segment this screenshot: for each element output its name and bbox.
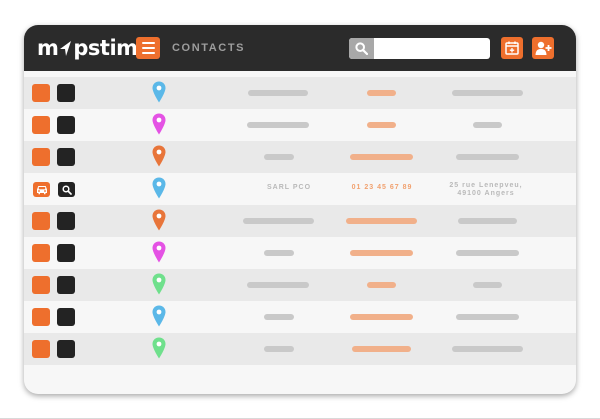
locate-button[interactable]: [57, 308, 75, 326]
menu-icon-line: [141, 47, 155, 49]
map-pin-icon: [152, 241, 166, 263]
route-button[interactable]: [32, 340, 50, 358]
contact-address: 25 rue Lenepveu, 49100 Angers: [436, 182, 536, 198]
add-contact-button[interactable]: [532, 37, 554, 59]
contact-row[interactable]: [24, 141, 576, 173]
address-placeholder: [456, 314, 519, 320]
route-button[interactable]: [32, 276, 50, 294]
menu-icon-line: [141, 52, 155, 54]
name-placeholder: [248, 90, 308, 96]
address-placeholder: [456, 154, 519, 160]
locate-button[interactable]: [57, 340, 75, 358]
map-pin-icon: [152, 145, 166, 167]
address-placeholder: [452, 346, 523, 352]
locate-button[interactable]: [58, 182, 75, 197]
locate-button[interactable]: [57, 84, 75, 102]
phone-placeholder: [367, 122, 396, 128]
menu-button[interactable]: [136, 37, 160, 59]
locate-button[interactable]: [57, 244, 75, 262]
address-placeholder: [458, 218, 517, 224]
map-pin-icon: [152, 337, 166, 359]
map-pin-icon: [152, 113, 166, 135]
contact-phone[interactable]: 01 23 45 67 89: [342, 184, 422, 191]
phone-placeholder: [367, 90, 396, 96]
route-button[interactable]: [32, 212, 50, 230]
route-button[interactable]: [32, 308, 50, 326]
locate-button[interactable]: [57, 212, 75, 230]
route-button[interactable]: [32, 84, 50, 102]
name-placeholder: [264, 250, 294, 256]
search-button[interactable]: [349, 38, 374, 59]
mapstime-logo: m pstime: [37, 36, 152, 60]
map-pin-icon: [152, 209, 166, 231]
address-line: 25 rue Lenepveu,: [449, 182, 523, 189]
phone-placeholder: [350, 314, 413, 320]
contact-row[interactable]: [24, 237, 576, 269]
logo-arrow-icon: [60, 40, 72, 56]
address-placeholder: [473, 122, 502, 128]
route-button[interactable]: [33, 182, 50, 197]
locate-button[interactable]: [57, 276, 75, 294]
user-add-icon: [535, 41, 551, 55]
address-placeholder: [473, 282, 502, 288]
name-placeholder: [264, 314, 294, 320]
map-pin-icon: [152, 305, 166, 327]
phone-placeholder: [367, 282, 396, 288]
phone-placeholder: [346, 218, 417, 224]
name-placeholder: [264, 346, 294, 352]
page-title: CONTACTS: [172, 42, 246, 54]
search-icon: [61, 184, 72, 195]
add-event-button[interactable]: [501, 37, 523, 59]
logo-text-left: m: [37, 36, 59, 60]
contact-row[interactable]: [24, 301, 576, 333]
app-window: m pstime CONTACTS SARL PCO 01 23 45 67 8…: [24, 25, 576, 394]
name-placeholder: [247, 122, 309, 128]
contact-row[interactable]: [24, 109, 576, 141]
map-pin-icon: [152, 177, 166, 199]
name-placeholder: [247, 282, 309, 288]
contact-row[interactable]: [24, 269, 576, 301]
route-button[interactable]: [32, 116, 50, 134]
route-button[interactable]: [32, 148, 50, 166]
phone-placeholder: [350, 250, 413, 256]
address-placeholder: [456, 250, 519, 256]
name-placeholder: [264, 154, 294, 160]
car-icon: [36, 185, 47, 194]
contact-row[interactable]: [24, 77, 576, 109]
map-pin-icon: [152, 81, 166, 103]
search-box[interactable]: [349, 38, 490, 59]
address-placeholder: [452, 90, 523, 96]
name-placeholder: [243, 218, 314, 224]
menu-icon-line: [141, 42, 155, 44]
phone-placeholder: [352, 346, 411, 352]
locate-button[interactable]: [57, 116, 75, 134]
phone-placeholder: [350, 154, 413, 160]
address-line: 49100 Angers: [457, 190, 515, 197]
calendar-add-icon: [505, 41, 519, 55]
search-icon: [355, 42, 368, 55]
locate-button[interactable]: [57, 148, 75, 166]
contact-row[interactable]: [24, 333, 576, 365]
search-input[interactable]: [375, 38, 490, 59]
route-button[interactable]: [32, 244, 50, 262]
contact-row[interactable]: SARL PCO 01 23 45 67 89 25 rue Lenepveu,…: [24, 173, 576, 205]
top-bar: m pstime CONTACTS: [24, 25, 576, 71]
contact-row[interactable]: [24, 205, 576, 237]
map-pin-icon: [152, 273, 166, 295]
contact-name: SARL PCO: [266, 184, 312, 191]
contact-list: SARL PCO 01 23 45 67 89 25 rue Lenepveu,…: [24, 77, 576, 365]
